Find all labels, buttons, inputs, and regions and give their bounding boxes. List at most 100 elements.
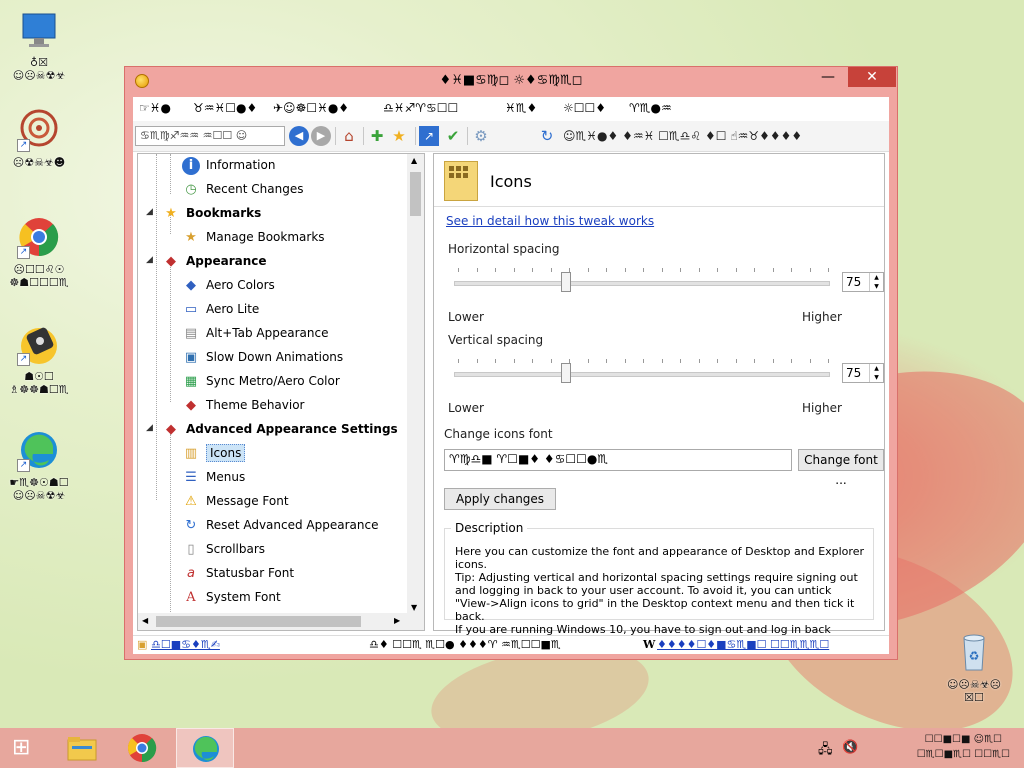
tree-item-menus[interactable]: ☰ Menus [182, 465, 245, 489]
change-font-button[interactable]: Change font ... [798, 449, 884, 487]
tree-item-reset-advanced-appearance[interactable]: ↻ Reset Advanced Appearance [182, 513, 379, 537]
taskbar-chrome[interactable] [116, 728, 168, 768]
tree-vertical-scrollbar[interactable]: ▲ ▼ [407, 154, 424, 614]
apply-button-icon[interactable]: ✔ [443, 126, 463, 146]
tree-item-message-font[interactable]: ⚠ Message Font [182, 489, 288, 513]
taskbar-winaero-tweaker[interactable] [176, 728, 234, 768]
slider-tick [791, 359, 792, 363]
icons-font-field[interactable]: ♈♍♎■ ♈☐■♦ ♦♋☐☐●♏ [444, 449, 792, 471]
horizontal-slider-thumb[interactable] [561, 272, 572, 292]
spinner-arrows-icon[interactable]: ▲ ▼ [869, 364, 883, 382]
vertical-spacing-spinner[interactable]: 75 ▲ ▼ [842, 363, 884, 383]
shortcut-arrow-icon: ↗ [17, 139, 30, 152]
camera-app-icon: ↗ [17, 322, 61, 366]
desktop-icon-computer[interactable]: ♁☒ ☺☹☠☢☣ [4, 8, 74, 82]
slider-tick [587, 359, 589, 363]
tree-line [156, 154, 157, 500]
palette-icon: ◆ [166, 253, 176, 269]
horizontal-spacing-spinner[interactable]: 75 ▲ ▼ [842, 272, 884, 292]
apply-changes-button[interactable]: Apply changes [444, 488, 556, 510]
tree-item-information[interactable]: i Information [182, 154, 275, 177]
reset-defaults-link[interactable]: ☺♏♓●♦ ♦♒♓ ☐♏♎♌ ♦☐ ☝♒♉♦♦♦♦ [563, 129, 802, 143]
desktop-icon-mandala[interactable]: ↗ ☹☢☠☣☻ [4, 108, 74, 169]
horizontal-slider-track[interactable] [454, 281, 830, 286]
chrome-icon [128, 734, 157, 763]
tree-item-icons[interactable]: ▥ Icons [182, 441, 246, 465]
menu-about[interactable]: ♈♏●♒ [629, 101, 672, 115]
tree-item-sync-metro-aero-color[interactable]: ▦ Sync Metro/Aero Color [182, 369, 340, 393]
toolbar-separator [415, 127, 416, 145]
edge-icon: ↗ [17, 428, 61, 472]
spinner-arrows-icon[interactable]: ▲ ▼ [869, 273, 883, 291]
vertical-slider-track[interactable] [454, 372, 830, 377]
tree-item-theme-behavior[interactable]: ◆ Theme Behavior [182, 393, 305, 417]
slider-tick [532, 268, 533, 272]
tree-horizontal-scrollbar[interactable]: ◀ ▶ [138, 613, 424, 630]
slider-tick [513, 268, 515, 272]
slider-tick [476, 268, 478, 272]
home-button[interactable]: ⌂ [339, 126, 359, 146]
clock-icon: ◷ [185, 181, 197, 197]
title-bar[interactable]: ♦♓■♋♍◻ ☼♦♋♍♏◻ — ☐ ✕ [125, 67, 897, 95]
volume-muted-icon[interactable]: 🔇 [842, 740, 858, 755]
forward-button[interactable]: ▶ [311, 126, 331, 146]
tree-item-manage-bookmarks[interactable]: ★ Manage Bookmarks [182, 225, 324, 249]
tree-group-appearance[interactable]: ◆ Appearance [162, 249, 267, 273]
tree-item-aero-colors[interactable]: ◆ Aero Colors [182, 273, 275, 297]
scroll-up-icon[interactable]: ▲ [411, 156, 417, 165]
tree-group-bookmarks[interactable]: ★ Bookmarks [162, 201, 261, 225]
gear-icon[interactable]: ⚙ [471, 126, 491, 146]
reset-icon: ↻ [185, 517, 197, 533]
back-button[interactable]: ◀ [289, 126, 309, 146]
collapse-arrow-icon[interactable]: ◢ [146, 207, 156, 217]
status-bar: ▣ ♎☐■♋♦♏✍ ♎♦ ☐☐♏ ♏☐● ♦♦♦♈ ♒♏☐☐■♏ W ♦♦♦♦☐… [133, 635, 889, 654]
tree-item-slow-down-animations[interactable]: ▣ Slow Down Animations [182, 345, 343, 369]
panel-title: Icons [490, 172, 532, 191]
slider-tick [828, 359, 829, 363]
scroll-right-icon[interactable]: ▶ [394, 616, 400, 625]
menu-view[interactable]: ♓♏♦ [505, 101, 537, 115]
shortcut-button[interactable]: ↗ [419, 126, 439, 146]
scroll-left-icon[interactable]: ◀ [142, 616, 148, 625]
desktop-icon-edge[interactable]: ↗ ☛♏☸☉☗☐ ☺☹☠☢☣ [4, 428, 74, 502]
shortcut-arrow-icon: ↗ [17, 459, 30, 472]
scroll-down-icon[interactable]: ▼ [411, 603, 417, 612]
tree-item-alt-tab-appearance[interactable]: ▤ Alt+Tab Appearance [182, 321, 329, 345]
tree-group-advanced-appearance[interactable]: ◆ Advanced Appearance Settings [162, 417, 398, 441]
tweaks-tree: i Information ◷ Recent Changes ◢ ★ Bookmark… [137, 153, 425, 631]
search-input[interactable]: ♋♏♍♐♒♒ ♒☐☐ ☺ [135, 126, 285, 146]
menu-tools[interactable]: ☼☐☐♦ [563, 101, 606, 115]
menu-options[interactable]: ✈☺☸☐♓●♦ [273, 101, 349, 115]
donate-link[interactable]: ♎☐■♋♦♏✍ [151, 638, 220, 651]
add-bookmark-button[interactable]: ✚ [367, 126, 387, 146]
tree-item-recent-changes[interactable]: ◷ Recent Changes [182, 177, 303, 201]
slider-tick [698, 359, 700, 363]
bookmarks-button[interactable]: ★ [389, 126, 409, 146]
menu-file[interactable]: ☞♓● [139, 101, 171, 115]
menu-bookmarks[interactable]: ♉♒♓☐●♦ [193, 101, 257, 115]
tree-item-statusbar-font[interactable]: a Statusbar Font [182, 561, 294, 585]
collapse-arrow-icon[interactable]: ◢ [146, 423, 156, 433]
clock[interactable]: ☐☐■☐■ ☺♏☐ ☐♏☐■♏☐ ☐☐♏☐ [917, 732, 1010, 762]
horizontal-ticks [458, 268, 829, 272]
network-icon[interactable]: 🖧 [818, 740, 833, 762]
scroll-thumb[interactable] [156, 616, 361, 627]
vertical-slider-thumb[interactable] [561, 363, 572, 383]
tree-item-scrollbars[interactable]: ▯ Scrollbars [182, 537, 265, 561]
winaero-link[interactable]: ♦♦♦♦☐♦■♋♏■☐ ☐☐♏♏♏☐ [657, 638, 829, 651]
taskbar-file-explorer[interactable] [56, 728, 108, 768]
menu-help[interactable]: ♎♓♐♈♋☐☐ [383, 101, 458, 115]
start-button[interactable]: ⊞ [0, 728, 52, 768]
desktop-icon-camera[interactable]: ↗ ☗☉☐ ♗☸☸☗☐♏ [4, 322, 74, 396]
detail-link[interactable]: See in detail how this tweak works [446, 214, 654, 228]
desktop-icon-recycle-bin[interactable]: ♻ ☺☹☠☣☹ ☒☐ [938, 630, 1010, 704]
scroll-thumb[interactable] [410, 172, 421, 216]
refresh-icon[interactable]: ↻ [537, 126, 557, 146]
collapse-arrow-icon[interactable]: ◢ [146, 255, 156, 265]
desktop-icon-chrome[interactable]: ↗ ☹☐☐♌☉ ☸☗☐☐☐♏ [4, 215, 74, 289]
slider-tick [661, 359, 663, 363]
tree-item-system-font[interactable]: A System Font [182, 585, 280, 609]
tree-item-aero-lite[interactable]: ▭ Aero Lite [182, 297, 259, 321]
close-button[interactable]: ✕ [848, 67, 896, 87]
menu-icon: ☰ [185, 469, 197, 485]
